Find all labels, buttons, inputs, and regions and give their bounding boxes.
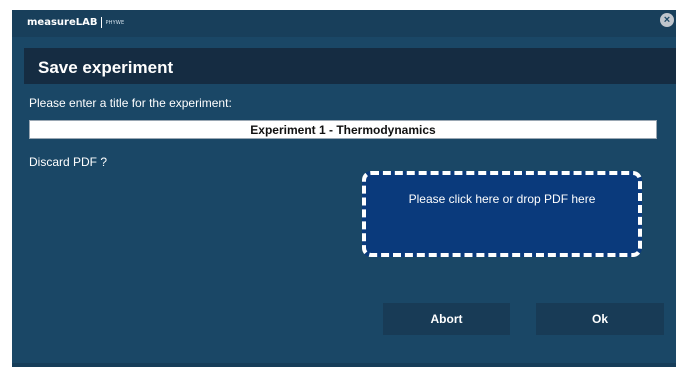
ok-button[interactable]: Ok	[536, 303, 664, 335]
drop-zone-text: Please click here or drop PDF here	[408, 192, 596, 206]
dialog-title: Save experiment	[38, 58, 174, 77]
titlebar: measureLAB PHYWE ×	[12, 10, 676, 37]
bottom-border	[12, 363, 676, 367]
discard-pdf-label: Discard PDF ?	[29, 155, 108, 169]
dialog-header: Save experiment	[24, 48, 676, 84]
pdf-drop-zone[interactable]: Please click here or drop PDF here	[362, 171, 642, 257]
title-prompt-label: Please enter a title for the experiment:	[29, 96, 232, 110]
abort-button[interactable]: Abort	[383, 303, 510, 335]
save-experiment-window: measureLAB PHYWE × Save experiment Pleas…	[12, 10, 676, 367]
top-strip	[0, 0, 676, 10]
close-icon[interactable]: ×	[660, 13, 674, 27]
app-logo: measureLAB PHYWE	[27, 17, 124, 28]
brand-separator	[101, 17, 103, 28]
brand-sub: PHYWE	[105, 19, 125, 26]
brand-name: measureLAB	[27, 17, 98, 28]
experiment-title-input[interactable]	[29, 120, 657, 139]
